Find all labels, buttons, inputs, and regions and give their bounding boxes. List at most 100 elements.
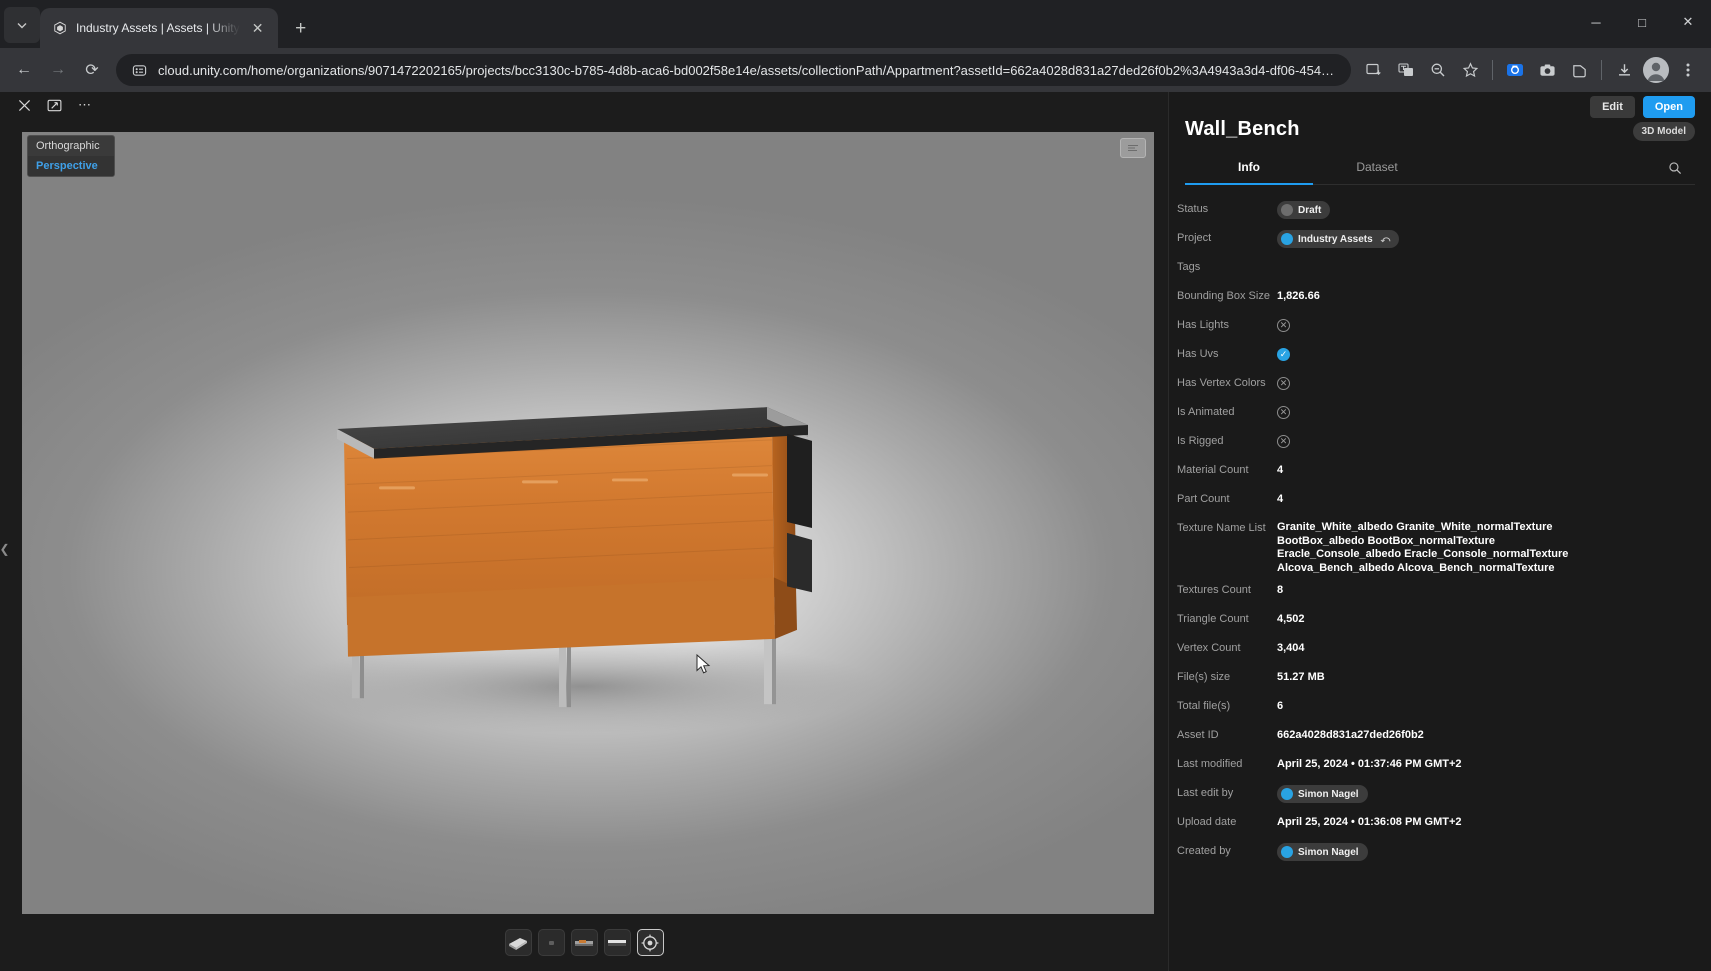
- property-pill[interactable]: Industry Assets⤺: [1277, 230, 1399, 248]
- property-row: Material Count4: [1177, 460, 1695, 484]
- minimize-button[interactable]: ─: [1573, 0, 1619, 44]
- property-row: Has Lights✕: [1177, 315, 1695, 339]
- camera-mode-orthographic[interactable]: Orthographic: [28, 136, 114, 156]
- check-icon: ✓: [1277, 348, 1290, 361]
- properties-list: StatusDraftProjectIndustry Assets⤺TagsBo…: [1169, 185, 1711, 971]
- back-button[interactable]: ←: [8, 54, 40, 86]
- part-thumb-bootbox[interactable]: [604, 929, 631, 956]
- property-pill[interactable]: Simon Nagel: [1277, 843, 1368, 861]
- browser-tab[interactable]: Industry Assets | Assets | Unity ✕: [40, 8, 278, 48]
- address-bar[interactable]: cloud.unity.com/home/organizations/90714…: [116, 54, 1351, 86]
- property-label: Is Animated: [1177, 402, 1277, 419]
- property-label: Has Uvs: [1177, 344, 1277, 361]
- pill-label: Draft: [1298, 205, 1321, 216]
- property-value: ✕: [1277, 373, 1290, 391]
- property-value: 4: [1277, 460, 1283, 477]
- property-row: StatusDraft: [1177, 199, 1695, 223]
- property-label: Project: [1177, 228, 1277, 245]
- close-icon[interactable]: ✕: [248, 18, 268, 38]
- row-spacer: [1177, 865, 1695, 870]
- unity-dot-icon: [1281, 233, 1293, 245]
- zoom-out-icon[interactable]: [1423, 55, 1453, 85]
- property-row: Bounding Box Size1,826.66: [1177, 286, 1695, 310]
- model-stage[interactable]: Orthographic Perspective: [22, 132, 1154, 914]
- property-row: Has Vertex Colors✕: [1177, 373, 1695, 397]
- texture-name-line: Alcova_Bench_albedo Alcova_Bench_normalT…: [1277, 562, 1568, 576]
- asset-details-panel: Wall_Bench 3D Model Info Dataset StatusD…: [1168, 92, 1711, 971]
- property-row: Last edit bySimon Nagel: [1177, 783, 1695, 807]
- property-row: Vertex Count3,404: [1177, 638, 1695, 662]
- property-label: File(s) size: [1177, 667, 1277, 684]
- camera-mode-dropdown[interactable]: Orthographic Perspective: [27, 135, 115, 177]
- page-info-icon[interactable]: [128, 59, 150, 81]
- tab-dataset[interactable]: Dataset: [1313, 151, 1441, 184]
- viewer-more-icon[interactable]: ⋯: [78, 97, 91, 113]
- translate-icon[interactable]: [1391, 55, 1421, 85]
- page-content: ⋯ Orthographic Perspective: [0, 92, 1711, 971]
- screenshot-icon[interactable]: [1500, 55, 1530, 85]
- property-label: Vertex Count: [1177, 638, 1277, 655]
- asset-viewer: ⋯ Orthographic Perspective: [0, 92, 1168, 971]
- property-value: 4: [1277, 489, 1283, 506]
- cross-icon: ✕: [1277, 435, 1290, 448]
- property-value: 662a4028d831a27ded26f0b2: [1277, 725, 1424, 742]
- clipboard-icon[interactable]: [1564, 55, 1594, 85]
- search-icon[interactable]: [1655, 151, 1695, 184]
- bookmark-star-icon[interactable]: [1455, 55, 1485, 85]
- property-value: April 25, 2024 • 01:36:08 PM GMT+2: [1277, 812, 1462, 829]
- property-label: Asset ID: [1177, 725, 1277, 742]
- edit-button[interactable]: Edit: [1590, 96, 1635, 118]
- property-value: Simon Nagel: [1277, 841, 1368, 863]
- fullscreen-icon[interactable]: [47, 98, 62, 113]
- property-pill[interactable]: Draft: [1277, 201, 1330, 219]
- install-app-icon[interactable]: [1359, 55, 1389, 85]
- property-label: Is Rigged: [1177, 431, 1277, 448]
- pill-expand-icon[interactable]: ⤺: [1381, 234, 1391, 245]
- open-button[interactable]: Open: [1643, 96, 1695, 118]
- cross-icon: ✕: [1277, 406, 1290, 419]
- profile-avatar[interactable]: [1641, 55, 1671, 85]
- user-avatar-icon: [1281, 846, 1293, 858]
- property-label: Total file(s): [1177, 696, 1277, 713]
- property-value: Industry Assets⤺: [1277, 228, 1399, 250]
- part-thumb-small[interactable]: [538, 929, 565, 956]
- tab-info[interactable]: Info: [1185, 151, 1313, 185]
- pill-label: Simon Nagel: [1298, 847, 1359, 858]
- viewer-toolbar: [0, 914, 1168, 971]
- property-row: Part Count4: [1177, 489, 1695, 513]
- close-viewer-icon[interactable]: [18, 99, 31, 112]
- part-thumb-console[interactable]: [571, 929, 598, 956]
- property-row: ProjectIndustry Assets⤺: [1177, 228, 1695, 252]
- tab-search-button[interactable]: [4, 7, 40, 43]
- reset-view-icon[interactable]: [637, 929, 664, 956]
- property-value: ✕: [1277, 315, 1290, 333]
- viewer-top-actions: ⋯: [0, 92, 1168, 118]
- camera-icon[interactable]: [1532, 55, 1562, 85]
- property-value: Granite_White_albedo Granite_White_norma…: [1277, 518, 1568, 575]
- stage-options-icon[interactable]: [1120, 138, 1146, 158]
- property-label: Triangle Count: [1177, 609, 1277, 626]
- mouse-pointer: [696, 654, 712, 676]
- camera-mode-perspective[interactable]: Perspective: [28, 156, 114, 176]
- property-label: Last edit by: [1177, 783, 1277, 800]
- browser-toolbar: ← → ⟳ cloud.unity.com/home/organizations…: [0, 48, 1711, 92]
- property-label: Textures Count: [1177, 580, 1277, 597]
- property-label: Bounding Box Size: [1177, 286, 1277, 303]
- window-close-button[interactable]: ✕: [1665, 0, 1711, 44]
- toolbar-divider-2: [1601, 60, 1602, 80]
- property-row: Last modifiedApril 25, 2024 • 01:37:46 P…: [1177, 754, 1695, 778]
- new-tab-button[interactable]: +: [286, 13, 316, 43]
- reload-button[interactable]: ⟳: [76, 54, 108, 86]
- url-text: cloud.unity.com/home/organizations/90714…: [158, 63, 1341, 78]
- property-row: Is Animated✕: [1177, 402, 1695, 426]
- part-thumb-bench[interactable]: [505, 929, 532, 956]
- left-resize-handle[interactable]: ❮: [0, 532, 9, 566]
- property-value: ✕: [1277, 431, 1290, 449]
- download-icon[interactable]: [1609, 55, 1639, 85]
- maximize-button[interactable]: □: [1619, 0, 1665, 44]
- toolbar-divider: [1492, 60, 1493, 80]
- property-pill[interactable]: Simon Nagel: [1277, 785, 1368, 803]
- forward-button[interactable]: →: [42, 54, 74, 86]
- tab-strip: Industry Assets | Assets | Unity ✕ + ─ □…: [0, 0, 1711, 48]
- three-dot-menu-icon[interactable]: [1673, 55, 1703, 85]
